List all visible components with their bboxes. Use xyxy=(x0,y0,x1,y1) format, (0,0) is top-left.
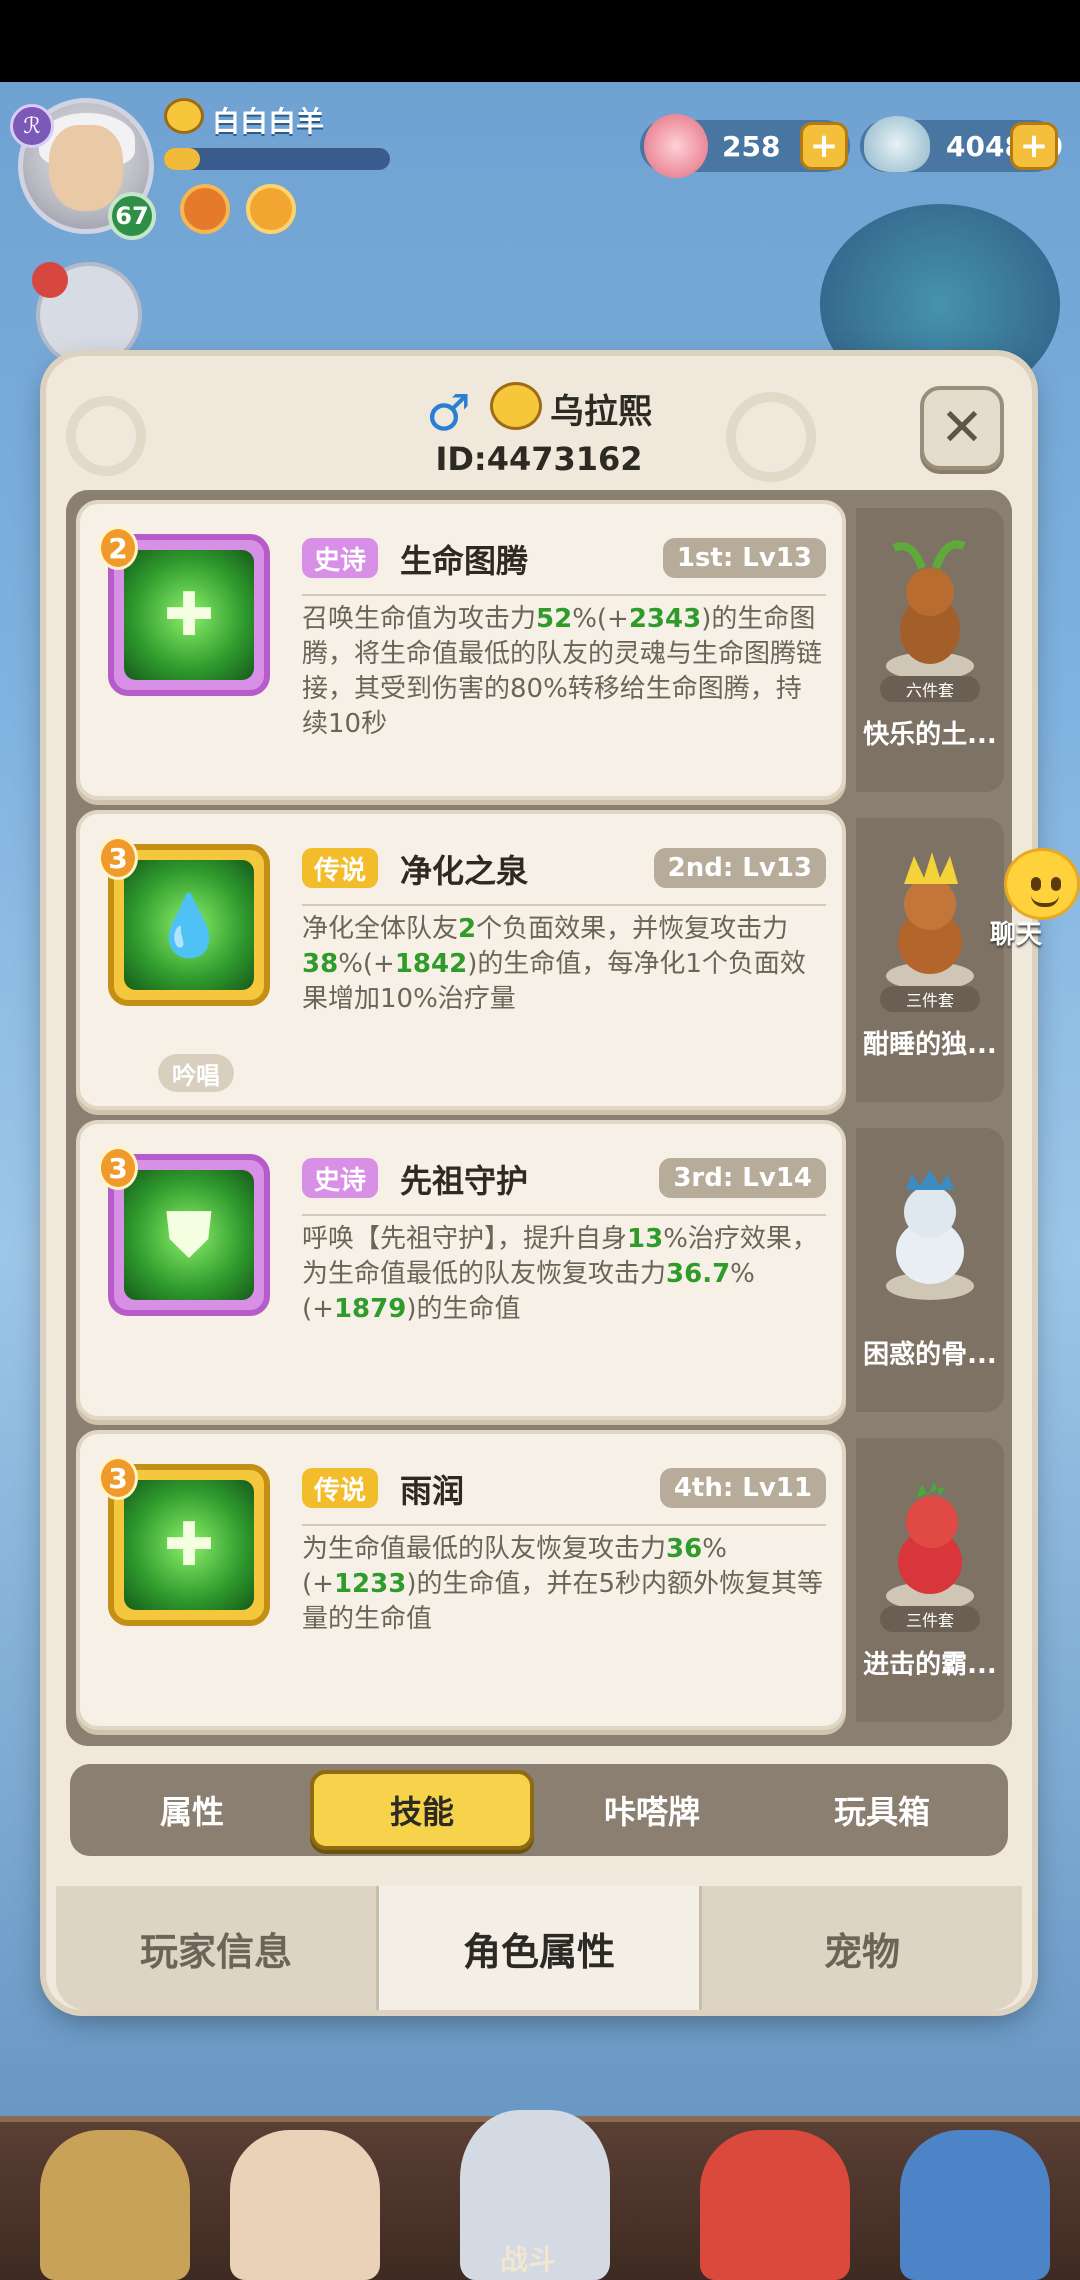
toy-figure xyxy=(886,1170,974,1300)
gem-icon xyxy=(644,114,708,178)
skill-card[interactable]: ✚ 3 传说 雨润 4th: Lv11 为生命值最低的队友恢复攻击力36%(+1… xyxy=(76,1430,846,1730)
eye xyxy=(1051,877,1061,891)
skill-level: 3rd: Lv14 xyxy=(659,1158,826,1198)
skill-icon-art: 💧 xyxy=(124,860,254,990)
add-shells-button[interactable]: + xyxy=(1010,122,1058,170)
skill-level: 2nd: Lv13 xyxy=(653,848,826,888)
toy-figure xyxy=(886,852,974,990)
skill-name: 先祖守护 xyxy=(400,1162,529,1200)
set-name: 进击的霸... xyxy=(863,1650,997,1680)
skill-description: 净化全体队友2个负面效果，并恢复攻击力38%(+1842)的生命值，每净化1个负… xyxy=(302,914,806,1014)
skill-level: 1st: Lv13 xyxy=(662,538,826,578)
level-badge: 67 xyxy=(108,192,156,240)
companion-avatar[interactable] xyxy=(32,262,142,368)
shell-counter: 404800 + xyxy=(860,116,1063,172)
divider xyxy=(302,904,826,906)
skill-name: 雨润 xyxy=(400,1472,465,1510)
tab-skills[interactable]: 技能 xyxy=(310,1770,534,1850)
alert-icon xyxy=(32,262,68,298)
chant-tag: 吟唱 xyxy=(158,1054,234,1092)
add-gems-button[interactable]: + xyxy=(800,122,848,170)
skill-name: 净化之泉 xyxy=(400,852,529,890)
mouth xyxy=(1031,895,1059,907)
nav-map-icon[interactable] xyxy=(900,2130,1050,2280)
set-name: 酣睡的独... xyxy=(863,1030,997,1060)
chat-button[interactable]: 聊天 xyxy=(978,848,1080,958)
skill-description: 呼唤【先祖守护】，提升自身13%治疗效果，为生命值最低的队友恢复攻击力36.7%… xyxy=(302,1224,818,1324)
divider xyxy=(302,1524,826,1526)
skill-order-badge: 3 xyxy=(98,836,138,880)
tab-player-info[interactable]: 玩家信息 xyxy=(56,1886,379,2010)
skill-icon-art: ✚ xyxy=(124,550,254,680)
skill-level: 4th: Lv11 xyxy=(659,1468,826,1508)
chat-icon xyxy=(1004,848,1080,920)
toy-set-card[interactable]: 六件套 快乐的土... xyxy=(856,508,1004,792)
skill-icon-art: ⛊ xyxy=(124,1170,254,1300)
divider xyxy=(302,594,826,596)
skill-card[interactable]: 💧 3 传说 净化之泉 2nd: Lv13 净化全体队友2个负面效果，并恢复攻击… xyxy=(76,810,846,1110)
skill-card[interactable]: ✚ 2 史诗 生命图腾 1st: Lv13 召唤生命值为攻击力52%(+2343… xyxy=(76,500,846,800)
status-bar xyxy=(0,0,1080,82)
character-name: 乌拉熙 xyxy=(550,392,652,432)
divider xyxy=(302,1214,826,1216)
set-name: 快乐的土... xyxy=(863,720,997,750)
set-name: 困惑的骨... xyxy=(863,1340,997,1370)
gem-counter: 258 + xyxy=(640,114,850,178)
badge-icon[interactable] xyxy=(180,184,230,234)
rarity-badge: 传说 xyxy=(302,848,379,888)
tab-cards[interactable]: 咔嗒牌 xyxy=(540,1770,764,1850)
eye xyxy=(1031,877,1041,891)
heal-cross-icon: ✚ xyxy=(163,1510,215,1580)
skills-panel: ✚ 2 史诗 生命图腾 1st: Lv13 召唤生命值为攻击力52%(+2343… xyxy=(66,490,1012,1746)
shell-icon xyxy=(864,116,930,172)
skill-order-badge: 3 xyxy=(98,1456,138,1500)
player-name: 白白白羊 xyxy=(212,105,325,138)
tab-character-attributes[interactable]: 角色属性 xyxy=(379,1886,702,2010)
attribute-tabs: 属性 技能 咔嗒牌 玩具箱 xyxy=(70,1764,1008,1856)
toy-figure xyxy=(886,540,974,680)
info-tabs: 玩家信息 角色属性 宠物 xyxy=(56,1886,1022,2010)
tab-pets[interactable]: 宠物 xyxy=(702,1886,1022,2010)
set-tag: 三件套 xyxy=(880,1606,980,1632)
toy-set-card[interactable]: 三件套 进击的霸... xyxy=(856,1438,1004,1722)
nav-hero-icon[interactable] xyxy=(40,2130,190,2280)
skill-card[interactable]: ⛊ 3 史诗 先祖守护 3rd: Lv14 呼唤【先祖守护】，提升自身13%治疗… xyxy=(76,1120,846,1420)
skill-order-badge: 3 xyxy=(98,1146,138,1190)
tab-toybox[interactable]: 玩具箱 xyxy=(770,1770,994,1850)
droplet-icon: 💧 xyxy=(151,890,227,961)
exp-bar xyxy=(164,148,390,170)
nav-pet-icon[interactable] xyxy=(700,2130,850,2280)
rarity-badge: 史诗 xyxy=(302,538,379,578)
exp-fill xyxy=(164,148,201,170)
rarity-badge: 史诗 xyxy=(302,1158,379,1198)
close-button[interactable]: ✕ xyxy=(920,386,1004,470)
skill-icon-art: ✚ xyxy=(124,1480,254,1610)
skill-description: 召唤生命值为攻击力52%(+2343)的生命图腾，将生命值最低的队友的灵魂与生命… xyxy=(302,604,823,739)
skill-description: 为生命值最低的队友恢复攻击力36%(+1233)的生命值，并在5秒内额外恢复其等… xyxy=(302,1534,823,1634)
rarity-badge: 传说 xyxy=(302,1468,379,1508)
player-info-dialog: ♂ 乌拉熙 ID:4473162 ✕ ✚ 2 史诗 生命图腾 1st: Lv13… xyxy=(46,356,1032,2010)
chat-label: 聊天 xyxy=(990,920,1043,950)
toy-set-card[interactable]: 困惑的骨... xyxy=(856,1128,1004,1412)
male-icon: ♂ xyxy=(426,384,471,442)
set-tag: 六件套 xyxy=(880,676,980,702)
skill-order-badge: 2 xyxy=(98,526,138,570)
tab-attributes[interactable]: 属性 xyxy=(80,1770,304,1850)
avatar-face xyxy=(49,125,123,211)
character-id: ID:4473162 xyxy=(435,440,643,478)
gem-count: 258 xyxy=(722,129,781,163)
rank-icon: ℛ xyxy=(10,104,54,148)
skill-name: 生命图腾 xyxy=(400,542,529,580)
nav-battle-label: 战斗 xyxy=(500,2243,557,2276)
medal-icon[interactable] xyxy=(246,184,296,234)
toy-figure xyxy=(886,1482,974,1610)
emoji-icon xyxy=(164,98,204,134)
nav-character-icon[interactable] xyxy=(230,2130,380,2280)
emoji-icon xyxy=(490,382,542,430)
totem-icon: ✚ xyxy=(163,580,215,650)
shield-icon: ⛊ xyxy=(166,1200,212,1270)
set-tag: 三件套 xyxy=(880,986,980,1012)
